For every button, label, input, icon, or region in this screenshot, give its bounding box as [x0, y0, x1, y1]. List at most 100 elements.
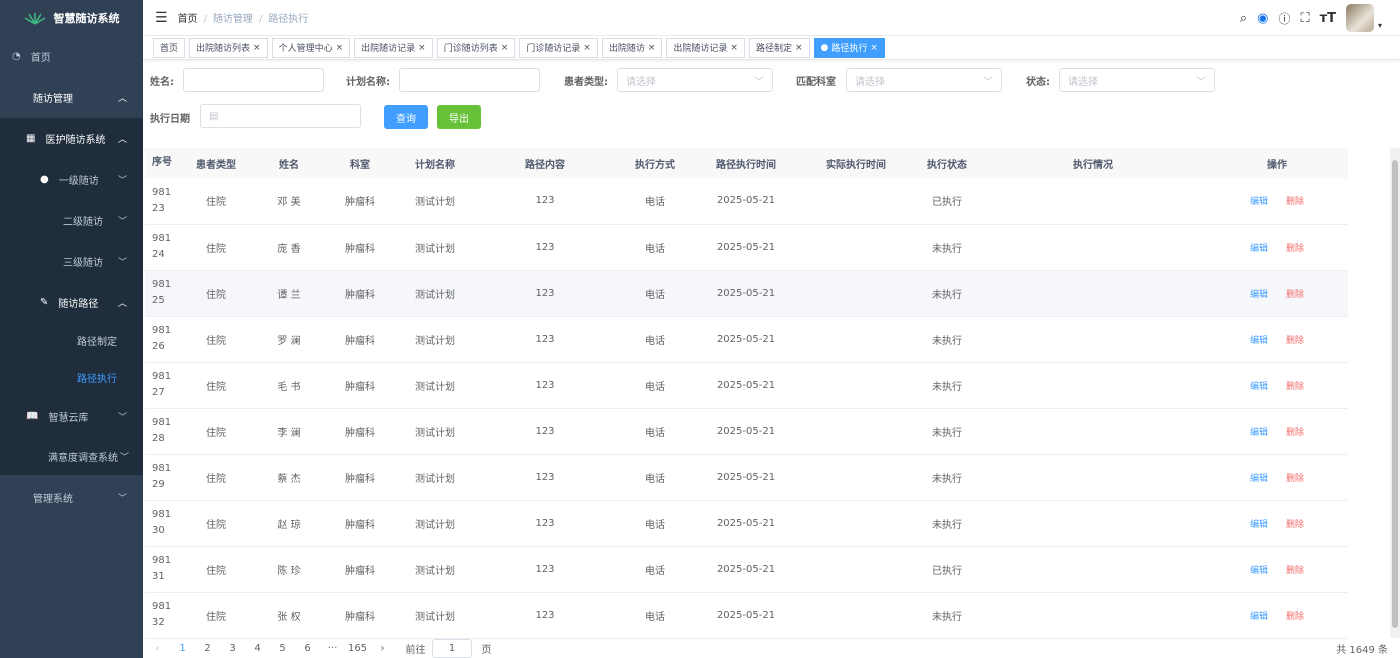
help-icon[interactable]: ⓘ — [1278, 10, 1290, 27]
close-icon[interactable]: × — [870, 43, 878, 53]
table-row[interactable]: 981 26 住院罗 澜肿瘤科 测试计划 123 电话 2025-05-21 未执行 编辑 删除 — [145, 316, 1348, 363]
sidebar-item-survey[interactable]: 满意度调查系统 ﹀ — [0, 436, 143, 476]
table-row[interactable]: 981 24 住院庞 香肿瘤科 测试计划 123 电话 2025-05-21 未执行 编辑 删除 — [145, 224, 1348, 271]
edit-button[interactable]: 编辑 — [1250, 612, 1268, 622]
page-1[interactable]: 1 — [170, 643, 195, 654]
table-row[interactable]: 981 29 住院蔡 杰肿瘤科 测试计划 123 电话 2025-05-21 未执行 编辑 删除 — [145, 454, 1348, 501]
close-icon[interactable]: × — [501, 43, 509, 53]
cell-路径执行时间: 2025-05-21 — [694, 592, 798, 639]
page-165[interactable]: 165 — [345, 643, 370, 654]
table-row[interactable]: 981 28 住院李 澜肿瘤科 测试计划 123 电话 2025-05-21 未执行 编辑 删除 — [145, 408, 1348, 455]
close-icon[interactable]: × — [730, 43, 738, 53]
edit-button[interactable]: 编辑 — [1250, 197, 1268, 207]
edit-button[interactable]: 编辑 — [1250, 336, 1268, 346]
table-row[interactable]: 981 23 住院邓 美肿瘤科 测试计划 123 电话 2025-05-21 已执行 编辑 删除 — [145, 178, 1348, 225]
cell-患者类型: 住院 — [178, 592, 254, 639]
close-icon[interactable]: × — [253, 43, 261, 53]
tab-0[interactable]: 首页 — [153, 37, 186, 58]
fullscreen-icon[interactable]: ⛶ — [1300, 11, 1309, 26]
sidebar-item-home[interactable]: ◔ 首页 — [0, 36, 143, 76]
column-header: 执行方式 — [616, 148, 694, 178]
app-title: 智慧随访系统 — [53, 12, 120, 25]
search-icon[interactable]: ⌕ — [1240, 11, 1247, 26]
tab-4[interactable]: 门诊随访列表 × — [436, 37, 516, 58]
query-button[interactable]: 查询 — [384, 105, 428, 129]
next-page-icon[interactable]: › — [370, 643, 395, 654]
tab-7[interactable]: 出院随访记录 × — [666, 37, 745, 58]
patient-type-select[interactable]: 请选择 ﹀ — [617, 68, 773, 92]
tab-1[interactable]: 出院随访列表 × — [189, 37, 268, 58]
breadcrumb-home[interactable]: 首页 — [178, 14, 198, 25]
table-row[interactable]: 981 30 住院赵 琼肿瘤科 测试计划 123 电话 2025-05-21 未执行 编辑 删除 — [145, 500, 1348, 547]
close-icon[interactable]: × — [336, 43, 344, 53]
delete-button[interactable]: 删除 — [1286, 474, 1304, 484]
close-icon[interactable]: × — [648, 43, 656, 53]
edit-button[interactable]: 编辑 — [1250, 382, 1268, 392]
goto-page-input[interactable]: 1 — [432, 639, 472, 658]
page-6[interactable]: 6 — [295, 643, 320, 654]
sidebar-item-admin[interactable]: 管理系统 ﹀ — [0, 477, 143, 517]
scrollbar[interactable] — [1390, 148, 1400, 638]
delete-button[interactable]: 删除 — [1286, 197, 1304, 207]
sidebar-item-path-define[interactable]: 路径制定 — [0, 320, 143, 360]
delete-button[interactable]: 删除 — [1286, 566, 1304, 576]
delete-button[interactable]: 删除 — [1286, 520, 1304, 530]
table-row[interactable]: 981 32 住院张 权肿瘤科 测试计划 123 电话 2025-05-21 未执行 编辑 删除 — [145, 592, 1348, 639]
sidebar-item-level3[interactable]: 三级随访 ﹀ — [0, 241, 143, 281]
edit-button[interactable]: 编辑 — [1250, 566, 1268, 576]
edit-button[interactable]: 编辑 — [1250, 474, 1268, 484]
sidebar-item-followup[interactable]: 随访管理 ︿ — [0, 77, 143, 117]
caret-down-icon[interactable]: ▾ — [1378, 21, 1382, 30]
date-picker[interactable]: ▤ — [200, 104, 361, 128]
cell-路径内容: 123 — [474, 316, 616, 363]
tab-3[interactable]: 出院随访记录 × — [354, 37, 433, 58]
cell-姓名: 赵 琼 — [254, 500, 324, 547]
edit-button[interactable]: 编辑 — [1250, 428, 1268, 438]
page-4[interactable]: 4 — [245, 643, 270, 654]
sidebar-item-path[interactable]: ✎ 随访路径 ︿ — [0, 282, 143, 322]
tab-9[interactable]: ● 路径执行 × — [813, 37, 885, 58]
font-size-icon[interactable]: тT — [1320, 11, 1336, 26]
delete-button[interactable]: 删除 — [1286, 428, 1304, 438]
github-icon[interactable]: ◉ — [1257, 11, 1268, 26]
sidebar-item-medical[interactable]: ▦ 医护随访系统 ︿ — [0, 118, 143, 158]
tab-6[interactable]: 出院随访 × — [601, 37, 663, 58]
delete-button[interactable]: 删除 — [1286, 290, 1304, 300]
plan-input[interactable] — [399, 68, 540, 92]
table-row[interactable]: 981 27 住院毛 书肿瘤科 测试计划 123 电话 2025-05-21 未执行 编辑 删除 — [145, 362, 1348, 409]
prev-page-icon[interactable]: ‹ — [145, 643, 170, 654]
page-···[interactable]: ··· — [320, 643, 345, 654]
sidebar-item-cloud[interactable]: 📖 智慧云库 ﹀ — [0, 396, 143, 436]
status-select[interactable]: 请选择 ﹀ — [1059, 68, 1215, 92]
dept-select[interactable]: 请选择 ﹀ — [846, 68, 1002, 92]
delete-button[interactable]: 删除 — [1286, 382, 1304, 392]
table-row[interactable]: 981 31 住院陈 珍肿瘤科 测试计划 123 电话 2025-05-21 已执行 编辑 删除 — [145, 546, 1348, 593]
close-icon[interactable]: × — [418, 43, 426, 53]
page-5[interactable]: 5 — [270, 643, 295, 654]
table-row[interactable]: 981 25 住院谭 兰肿瘤科 测试计划 123 电话 2025-05-21 未执行 编辑 删除 — [145, 270, 1348, 317]
tab-2[interactable]: 个人管理中心 × — [271, 37, 351, 58]
cell-科室: 肿瘤科 — [324, 224, 396, 271]
page-2[interactable]: 2 — [195, 643, 220, 654]
page-3[interactable]: 3 — [220, 643, 245, 654]
tab-8[interactable]: 路径制定 × — [748, 37, 810, 58]
close-icon[interactable]: × — [583, 43, 591, 53]
delete-button[interactable]: 删除 — [1286, 336, 1304, 346]
hamburger-icon[interactable]: ☰ — [155, 10, 168, 26]
delete-button[interactable]: 删除 — [1286, 612, 1304, 622]
edit-button[interactable]: 编辑 — [1250, 520, 1268, 530]
close-icon[interactable]: × — [795, 43, 803, 53]
name-input[interactable] — [183, 68, 324, 92]
scrollbar-thumb[interactable] — [1392, 160, 1398, 628]
export-button[interactable]: 导出 — [437, 105, 481, 129]
tab-label: 路径制定 — [755, 44, 792, 54]
edit-button[interactable]: 编辑 — [1250, 244, 1268, 254]
delete-button[interactable]: 删除 — [1286, 244, 1304, 254]
sidebar-item-level2[interactable]: 二级随访 ﹀ — [0, 200, 143, 240]
tab-5[interactable]: 门诊随访记录 × — [519, 37, 598, 58]
edit-button[interactable]: 编辑 — [1250, 290, 1268, 300]
tab-label: 门诊随访列表 — [443, 44, 498, 54]
avatar[interactable] — [1345, 4, 1374, 32]
sidebar-item-level1[interactable]: ● 一级随访 ﹀ — [0, 159, 143, 199]
sidebar-item-path-execute[interactable]: 路径执行 — [0, 357, 143, 397]
